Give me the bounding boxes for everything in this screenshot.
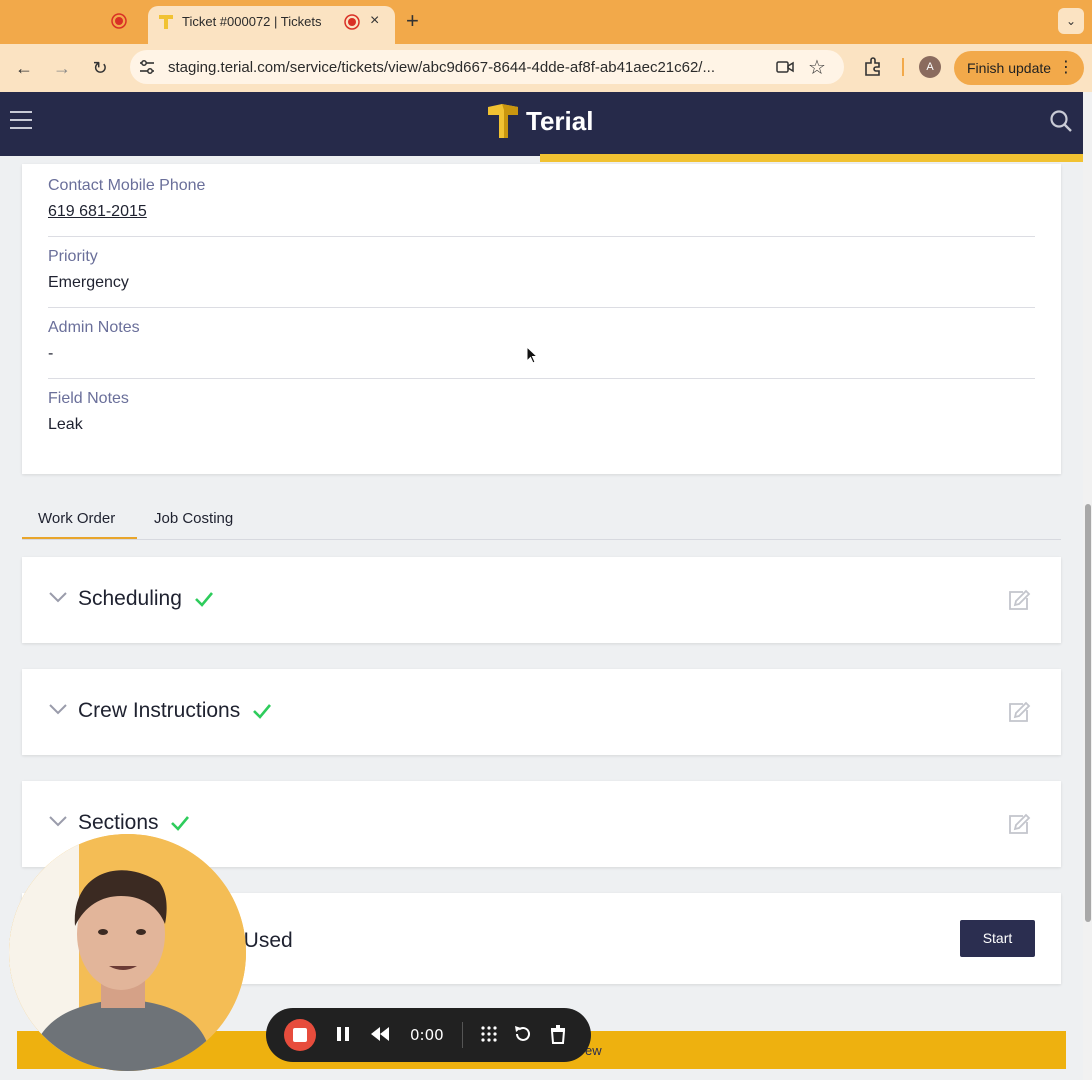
browser-tab-active[interactable]: Ticket #000072 | Tickets × (148, 6, 395, 44)
section-title: Crew Instructions (78, 699, 241, 722)
terial-logo[interactable]: Terial (488, 104, 608, 140)
browser-tab-strip: Ticket #000072 | Tickets × + ⌄ (0, 0, 1092, 44)
url-text: staging.terial.com/service/tickets/view/… (168, 59, 715, 76)
finish-update-label: Finish update (967, 60, 1052, 76)
field-label: Contact Mobile Phone (48, 177, 206, 194)
screen-recorder-controls: 0:00 (266, 1008, 591, 1062)
extensions-icon[interactable] (862, 56, 884, 78)
field-value: - (48, 345, 54, 362)
edit-icon[interactable] (1007, 589, 1031, 611)
edit-icon[interactable] (1007, 701, 1031, 723)
divider (48, 307, 1035, 308)
section-crew-instructions[interactable]: Crew Instructions (22, 669, 1061, 755)
header-accent-strip (540, 154, 1083, 162)
field-contact-mobile-phone: Contact Mobile Phone 619 681-2015 (48, 177, 1035, 221)
scrollbar-thumb[interactable] (1085, 504, 1091, 922)
tab-work-order[interactable]: Work Order (38, 510, 115, 527)
ticket-details-card: Contact Mobile Phone 619 681-2015 Priori… (22, 164, 1061, 474)
edit-icon[interactable] (1007, 813, 1031, 835)
section-title: Sections (78, 811, 159, 834)
profile-avatar[interactable]: A (919, 56, 941, 78)
tab-search-button[interactable]: ⌄ (1058, 8, 1084, 34)
chevron-down-icon[interactable] (48, 814, 68, 828)
back-button[interactable]: ← (12, 56, 36, 80)
mouse-cursor-icon (526, 346, 538, 364)
section-title-wrap: Scheduling (78, 587, 214, 611)
hamburger-menu-icon[interactable] (10, 111, 32, 129)
section-title-wrap: Crew Instructions (78, 699, 272, 723)
terial-favicon-icon (159, 15, 173, 29)
trash-icon[interactable] (547, 1023, 569, 1045)
chevron-down-icon[interactable] (48, 590, 68, 604)
search-icon[interactable] (1048, 108, 1074, 134)
forward-button[interactable]: → (50, 56, 74, 80)
more-menu-icon[interactable]: ⋮ (1058, 51, 1074, 85)
divider (48, 236, 1035, 237)
field-value: Leak (48, 416, 83, 433)
site-info-icon[interactable] (138, 58, 156, 76)
logo-text: Terial (526, 106, 594, 136)
field-priority: Priority Emergency (48, 248, 1035, 292)
check-icon (171, 816, 190, 832)
browser-toolbar: ← → ↻ staging.terial.com/service/tickets… (0, 44, 1092, 92)
restart-icon[interactable] (512, 1023, 534, 1045)
check-icon (253, 704, 272, 720)
divider (48, 378, 1035, 379)
recording-icon[interactable] (111, 13, 127, 29)
check-icon (194, 592, 213, 608)
camera-icon[interactable] (776, 59, 794, 75)
finish-update-button[interactable]: Finish update ⋮ (954, 51, 1084, 85)
tab-close-icon[interactable]: × (370, 12, 379, 30)
section-title-wrap: Sections (78, 811, 190, 835)
section-scheduling[interactable]: Scheduling (22, 557, 1061, 643)
pause-icon[interactable] (332, 1023, 354, 1045)
address-bar[interactable]: staging.terial.com/service/tickets/view/… (130, 50, 844, 84)
new-tab-button[interactable]: + (406, 8, 419, 34)
recording-timer: 0:00 (410, 1026, 444, 1044)
field-value: Emergency (48, 274, 129, 291)
phone-link[interactable]: 619 681-2015 (48, 203, 1035, 221)
start-button[interactable]: Start (960, 920, 1035, 957)
section-title: Scheduling (78, 587, 182, 610)
reload-button[interactable]: ↻ (88, 56, 112, 80)
field-admin-notes: Admin Notes - (48, 319, 1035, 363)
bookmark-star-icon[interactable]: ☆ (808, 55, 826, 80)
chevron-down-icon[interactable] (48, 702, 68, 716)
app-header: Terial (0, 92, 1083, 162)
terial-logo-mark-icon (488, 104, 518, 138)
grid-dots-icon[interactable] (478, 1023, 500, 1045)
recorder-divider (462, 1022, 463, 1048)
active-tab-indicator (22, 537, 137, 539)
field-label: Field Notes (48, 390, 129, 407)
rewind-icon[interactable] (369, 1023, 391, 1045)
tab-job-costing[interactable]: Job Costing (154, 510, 233, 527)
toolbar-divider (902, 58, 904, 76)
presenter-video-frame (9, 834, 246, 1071)
recording-icon (344, 14, 360, 30)
field-field-notes: Field Notes Leak (48, 390, 1035, 434)
field-label: Admin Notes (48, 319, 140, 336)
webcam-bubble[interactable] (9, 834, 246, 1071)
field-label: Priority (48, 248, 98, 265)
ticket-tabs: Work Order Job Costing (22, 500, 1061, 540)
stop-recording-button[interactable] (284, 1019, 316, 1051)
tab-title: Ticket #000072 | Tickets (182, 14, 322, 29)
